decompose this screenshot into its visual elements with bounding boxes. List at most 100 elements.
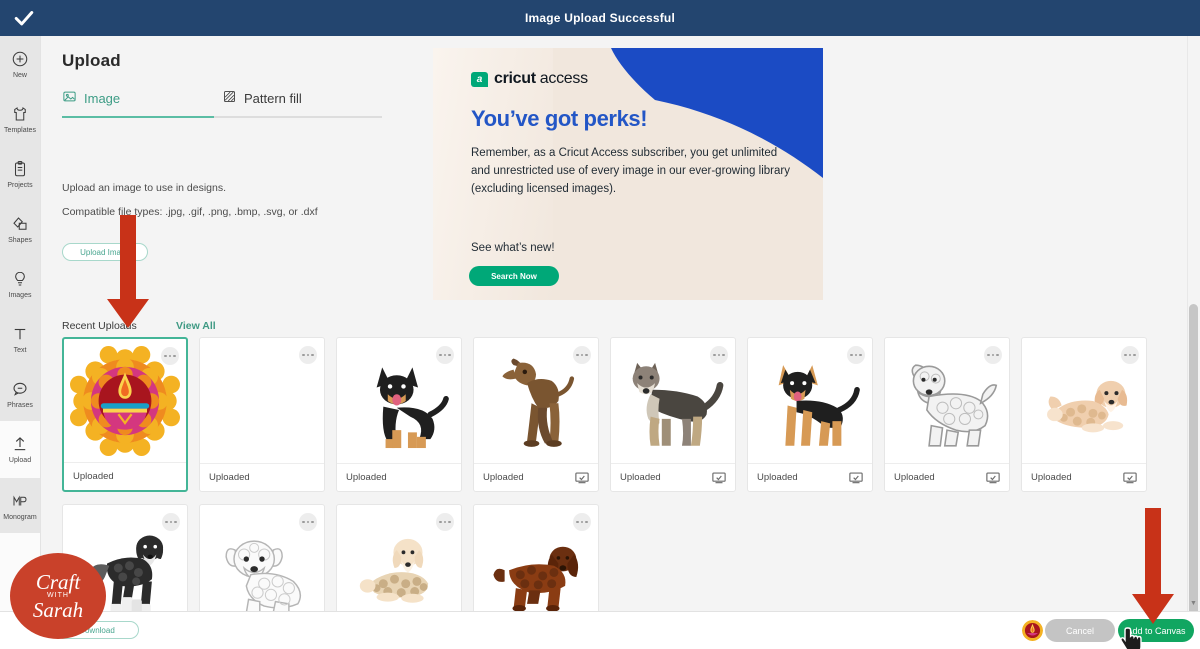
sidebar-item-label: Templates — [4, 126, 36, 134]
sidebar-primary-group: New Templates Projects Shapes Images Tex… — [0, 36, 40, 421]
upload-card[interactable]: Uploaded — [199, 337, 325, 492]
upload-status-label: Uploaded — [209, 472, 250, 483]
tab-image[interactable]: Image — [62, 89, 222, 116]
brand-cricut: cricut — [494, 70, 536, 87]
ellipsis-icon[interactable] — [573, 346, 591, 364]
sidebar-item-text[interactable]: Text — [0, 311, 40, 366]
sidebar-item-label: Monogram — [3, 513, 37, 521]
upload-card[interactable]: Uploaded — [610, 337, 736, 492]
window-title: Image Upload Successful — [525, 11, 675, 25]
upload-card[interactable]: Uploaded — [747, 337, 873, 492]
monitor-icon[interactable] — [712, 471, 726, 484]
upload-status-label: Uploaded — [757, 472, 798, 483]
ellipsis-icon[interactable] — [984, 346, 1002, 364]
upload-card-footer: Uploaded — [337, 463, 461, 491]
pattern-icon — [222, 89, 237, 107]
cricut-access-logo: a cricut access — [471, 70, 588, 88]
upload-image-button[interactable]: Upload Image — [62, 243, 148, 261]
shirt-icon — [11, 104, 29, 124]
download-button[interactable]: Download — [55, 621, 139, 639]
monitor-icon[interactable] — [1123, 471, 1137, 484]
ellipsis-icon[interactable] — [710, 346, 728, 364]
upload-tabs: Image Pattern fill — [62, 89, 382, 118]
recent-uploads-grid: Uploaded Uploaded Uploaded Uploaded Uplo… — [62, 337, 1172, 611]
banner-headline: You’ve got perks! — [471, 106, 648, 131]
cricut-access-banner[interactable]: a cricut access You’ve got perks! Rememb… — [433, 48, 823, 300]
sidebar-item-images[interactable]: Images — [0, 256, 40, 311]
vertical-scrollbar-track[interactable]: ▼ — [1187, 36, 1200, 624]
ellipsis-icon[interactable] — [299, 513, 317, 531]
sidebar-item-phrases[interactable]: Phrases — [0, 366, 40, 421]
ellipsis-icon[interactable] — [436, 346, 454, 364]
upload-card[interactable]: Uploaded — [62, 504, 188, 611]
upload-status-label: Uploaded — [1031, 472, 1072, 483]
sidebar-item-shapes[interactable]: Shapes — [0, 201, 40, 256]
banner-see-whats-new: See what’s new! — [471, 242, 555, 254]
sidebar-item-templates[interactable]: Templates — [0, 91, 40, 146]
selected-image-preview — [1022, 620, 1043, 641]
upload-status-label: Uploaded — [620, 472, 661, 483]
ellipsis-icon[interactable] — [162, 513, 180, 531]
monitor-icon[interactable] — [986, 471, 1000, 484]
sidebar-item-label: Projects — [7, 181, 33, 189]
tab-pattern-fill[interactable]: Pattern fill — [222, 89, 382, 116]
sidebar-item-monogram[interactable]: Monogram — [0, 478, 40, 533]
upload-card-footer: Uploaded — [885, 463, 1009, 491]
add-to-canvas-button[interactable]: Add to Canvas — [1118, 619, 1194, 642]
cricut-design-space-window: Image Upload Successful New Templates Pr… — [0, 0, 1200, 649]
check-icon — [0, 0, 48, 36]
upload-status-label: Uploaded — [483, 472, 524, 483]
plus-circle-icon — [11, 49, 29, 69]
banner-body-text: Remember, as a Cricut Access subscriber,… — [471, 147, 790, 195]
bottom-action-bar: Download Cancel Add to Canvas — [0, 611, 1200, 649]
upload-card-footer: Uploaded — [1022, 463, 1146, 491]
sidebar-item-new[interactable]: New — [0, 36, 40, 91]
upload-card[interactable]: Uploaded — [884, 337, 1010, 492]
upload-card[interactable]: Uploaded — [62, 337, 188, 492]
cancel-button[interactable]: Cancel — [1045, 619, 1115, 642]
sidebar-item-label: Text — [13, 346, 27, 354]
ellipsis-icon[interactable] — [1121, 346, 1139, 364]
lightbulb-icon — [11, 269, 29, 289]
ellipsis-icon[interactable] — [847, 346, 865, 364]
ellipsis-icon[interactable] — [161, 347, 179, 365]
image-icon — [62, 89, 77, 107]
upload-card[interactable]: Uploaded — [473, 504, 599, 611]
search-now-button[interactable]: Search Now — [469, 266, 559, 286]
scroll-down-arrow-icon[interactable]: ▼ — [1188, 598, 1199, 609]
upload-status-label: Uploaded — [894, 472, 935, 483]
monitor-icon[interactable] — [849, 471, 863, 484]
sidebar-item-label: New — [12, 71, 27, 79]
upload-hint-primary: Upload an image to use in designs. — [62, 182, 227, 194]
sidebar-item-upload[interactable]: Upload — [0, 421, 40, 476]
diya-mini-icon — [1022, 620, 1043, 641]
upload-card[interactable]: Uploaded — [199, 504, 325, 611]
ellipsis-icon[interactable] — [573, 513, 591, 531]
vertical-scrollbar-thumb[interactable] — [1189, 304, 1198, 624]
sidebar-item-label: Images — [8, 291, 32, 299]
upload-card-footer: Uploaded — [748, 463, 872, 491]
sidebar-item-projects[interactable]: Projects — [0, 146, 40, 201]
sidebar-item-label: Upload — [8, 456, 32, 464]
tab-underline — [62, 116, 382, 118]
upload-card[interactable]: Uploaded — [336, 337, 462, 492]
brand-access: access — [539, 70, 588, 87]
ellipsis-icon[interactable] — [436, 513, 454, 531]
view-all-link[interactable]: View All — [176, 320, 216, 332]
upload-status-label: Uploaded — [73, 471, 114, 482]
upload-panel: Upload Image Pattern fill Upload an imag… — [41, 36, 1200, 611]
tab-active-indicator — [62, 116, 214, 118]
upload-card-footer: Uploaded — [611, 463, 735, 491]
upload-status-label: Uploaded — [346, 472, 387, 483]
upload-card[interactable]: Uploaded — [1021, 337, 1147, 492]
ellipsis-icon[interactable] — [299, 346, 317, 364]
clipboard-icon — [11, 159, 29, 179]
upload-card[interactable]: Uploaded — [336, 504, 462, 611]
recent-uploads-label: Recent Uploads — [62, 320, 137, 332]
tab-label: Pattern fill — [244, 90, 302, 106]
page-title: Upload — [62, 51, 121, 70]
upload-card[interactable]: Uploaded — [473, 337, 599, 492]
monitor-icon[interactable] — [575, 471, 589, 484]
upload-arrow-icon — [11, 434, 29, 454]
sidebar-item-label: Shapes — [8, 236, 32, 244]
